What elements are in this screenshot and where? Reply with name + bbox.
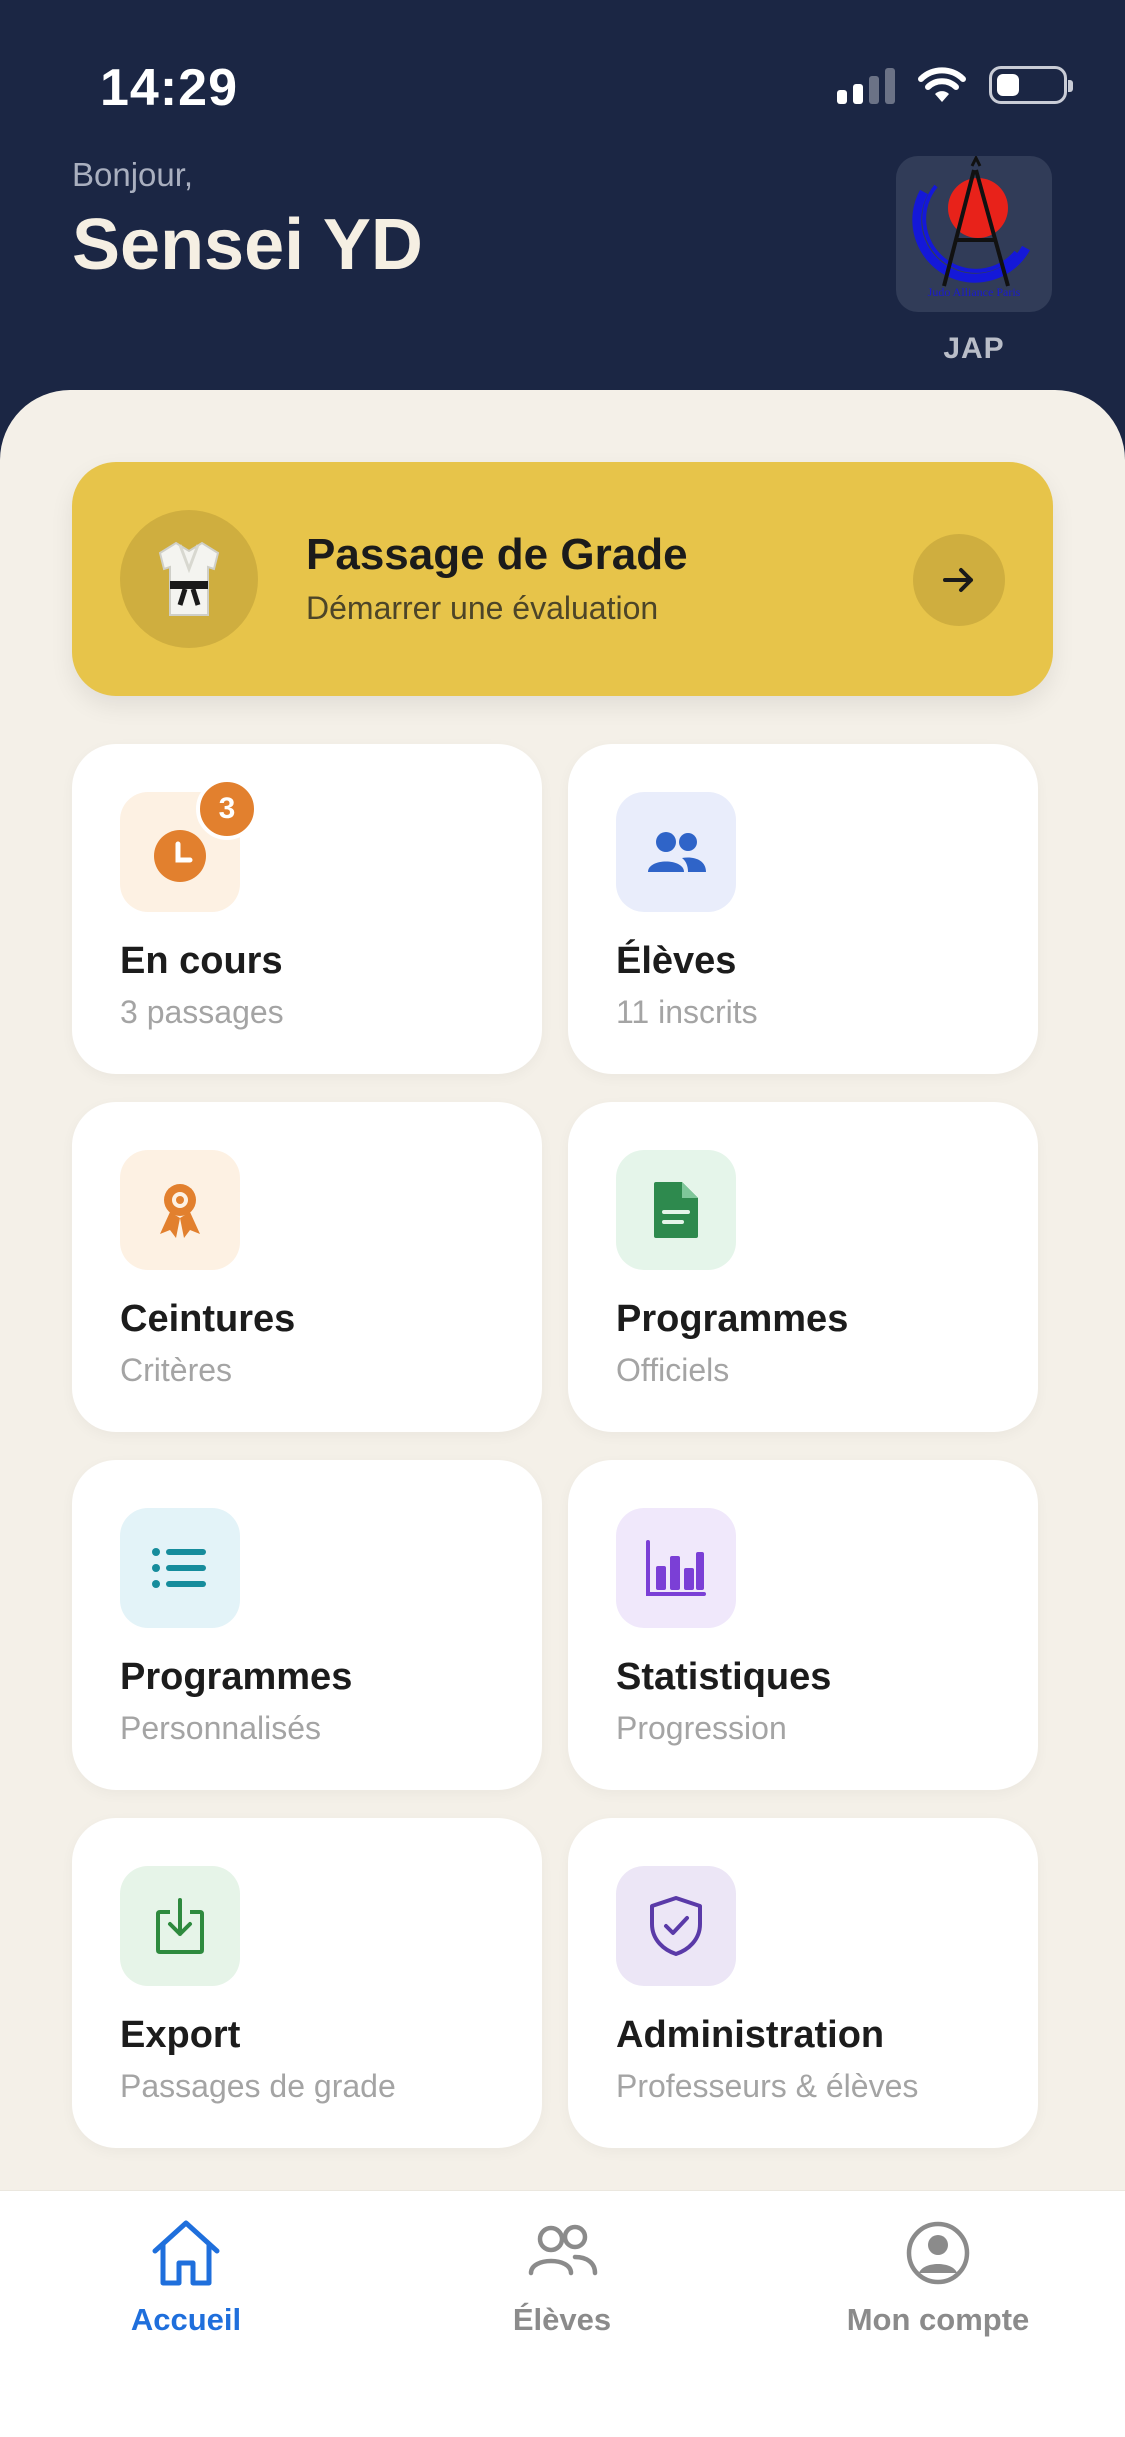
start-grading-button[interactable]: Passage de Grade Démarrer une évaluation <box>72 462 1053 696</box>
document-icon <box>616 1150 736 1270</box>
card-subtitle: Officiels <box>616 1352 730 1388</box>
tab-eleves[interactable]: Élèves <box>412 2217 712 2338</box>
judogi-icon <box>120 510 258 648</box>
card-en-cours[interactable]: 3 En cours 3 passages <box>72 744 542 1074</box>
svg-text:Judo Alliance Paris: Judo Alliance Paris <box>928 285 1021 299</box>
wifi-icon <box>918 67 966 102</box>
card-title: Programmes <box>616 1298 849 1340</box>
card-subtitle: 3 passages <box>120 994 284 1030</box>
card-programmes-officiels[interactable]: Programmes Officiels <box>568 1102 1038 1432</box>
card-eleves[interactable]: Élèves 11 inscrits <box>568 744 1038 1074</box>
cta-title: Passage de Grade <box>306 530 688 579</box>
shield-check-icon <box>616 1866 736 1986</box>
card-export[interactable]: Export Passages de grade <box>72 1818 542 2148</box>
card-programmes-personnalises[interactable]: Programmes Personnalisés <box>72 1460 542 1790</box>
user-name: Sensei YD <box>72 205 423 285</box>
tab-bar: Accueil Élèves Mon compte <box>0 2190 1125 2437</box>
card-subtitle: Personnalisés <box>120 1710 321 1746</box>
card-title: Ceintures <box>120 1298 296 1340</box>
header: 14:29 Bonjour, Sensei YD Judo Alliance P… <box>0 0 1125 400</box>
tab-label: Mon compte <box>846 2302 1030 2337</box>
card-subtitle: 11 inscrits <box>616 994 758 1030</box>
signal-icon <box>837 66 895 104</box>
card-title: Export <box>120 2014 241 2056</box>
home-icon <box>152 2220 220 2286</box>
card-ceintures[interactable]: Ceintures Critères <box>72 1102 542 1432</box>
card-title: Programmes <box>120 1656 353 1698</box>
card-title: Statistiques <box>616 1656 832 1698</box>
club-label: JAP <box>943 332 1005 365</box>
card-title: Administration <box>616 2014 885 2056</box>
status-icons <box>837 66 1073 104</box>
award-icon <box>120 1150 240 1270</box>
card-subtitle: Progression <box>616 1710 787 1746</box>
arrow-right-icon <box>913 534 1005 626</box>
count-badge: 3 <box>196 778 258 840</box>
card-subtitle: Professeurs & élèves <box>616 2068 919 2104</box>
tab-mon-compte[interactable]: Mon compte <box>788 2217 1088 2338</box>
tab-label: Accueil <box>130 2302 242 2337</box>
club-logo[interactable]: Judo Alliance Paris <box>896 156 1052 312</box>
bar-chart-icon <box>616 1508 736 1628</box>
tab-label: Élèves <box>512 2302 612 2337</box>
club-logo-image: Judo Alliance Paris <box>912 156 1030 299</box>
list-icon <box>120 1508 240 1628</box>
card-subtitle: Critères <box>120 1352 233 1388</box>
account-icon <box>906 2221 970 2285</box>
card-title: En cours <box>120 940 283 982</box>
tab-accueil[interactable]: Accueil <box>36 2217 336 2338</box>
status-time: 14:29 <box>100 59 238 117</box>
card-subtitle: Passages de grade <box>120 2068 396 2104</box>
download-icon <box>120 1866 240 1986</box>
battery-icon <box>989 66 1073 104</box>
card-statistiques[interactable]: Statistiques Progression <box>568 1460 1038 1790</box>
card-administration[interactable]: Administration Professeurs & élèves <box>568 1818 1038 2148</box>
greeting: Bonjour, <box>72 156 194 193</box>
users-outline-icon <box>528 2224 598 2276</box>
card-title: Élèves <box>616 940 737 982</box>
cta-subtitle: Démarrer une évaluation <box>306 590 659 626</box>
users-icon <box>616 792 736 912</box>
